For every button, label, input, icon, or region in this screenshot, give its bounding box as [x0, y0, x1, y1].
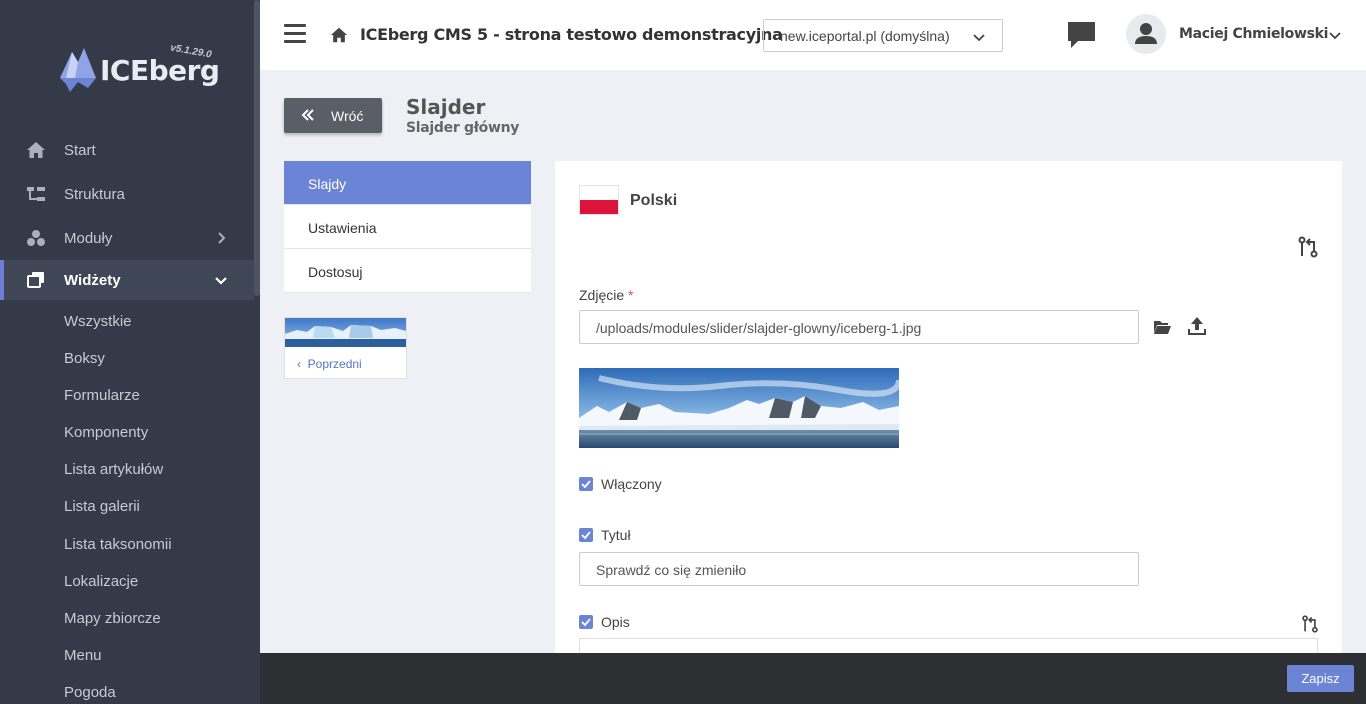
previous-link[interactable]: ‹ Poprzedni: [297, 357, 362, 371]
language-name: Polski: [630, 192, 678, 209]
sidebar-item-label: Widżety: [64, 271, 121, 289]
check-icon: [581, 618, 591, 627]
site-title[interactable]: ICEberg CMS 5 - strona testowo demonstra…: [360, 25, 783, 44]
domain-select[interactable]: new.iceportal.pl (domyślna): [763, 19, 1003, 52]
avatar[interactable]: [1126, 14, 1166, 54]
iceberg-logo-icon: [60, 48, 96, 92]
page-title: Slajder: [406, 95, 486, 119]
git-compare-icon[interactable]: [1298, 236, 1318, 258]
sidebar-subitem-lista-taksonomii[interactable]: Lista taksonomii: [64, 536, 172, 553]
description-checkbox[interactable]: [579, 615, 593, 629]
widgets-icon: [27, 272, 44, 288]
section-tabs: Slajdy Ustawienia Dostosuj: [284, 161, 531, 293]
home-icon: [27, 142, 45, 158]
slide-image-preview: [579, 368, 899, 448]
previous-slide-card[interactable]: ‹ Poprzedni: [284, 317, 407, 379]
folder-open-icon[interactable]: [1153, 319, 1171, 335]
sidebar-subitem-menu[interactable]: Menu: [64, 647, 102, 664]
check-icon: [581, 531, 591, 540]
back-button-label: Wróć: [331, 108, 364, 124]
enabled-checkbox[interactable]: [579, 477, 593, 491]
sidebar-subitem-pogoda[interactable]: Pogoda: [64, 684, 116, 701]
chat-icon[interactable]: [1066, 20, 1097, 50]
git-compare-icon[interactable]: [1301, 615, 1319, 633]
title-label[interactable]: Tytuł: [601, 527, 631, 543]
poland-flag-icon: [579, 185, 619, 215]
domain-select-value: new.iceportal.pl (domyślna): [780, 28, 950, 44]
required-mark: *: [628, 287, 634, 303]
upload-icon[interactable]: [1187, 316, 1207, 336]
sidebar-subitem-komponenty[interactable]: Komponenty: [64, 424, 148, 441]
chevron-right-icon: [218, 232, 226, 244]
sidebar-item-moduly[interactable]: Moduły: [0, 218, 254, 258]
previous-link-label: Poprzedni: [307, 357, 362, 371]
sidebar-subitem-formularze[interactable]: Formularze: [64, 387, 140, 404]
back-button[interactable]: Wróć: [284, 98, 382, 133]
description-label[interactable]: Opis: [601, 614, 630, 630]
hamburger-menu-icon[interactable]: [284, 24, 306, 44]
sidebar: ICEberg v5.1.29.0 Start Struktura Moduły…: [0, 0, 260, 704]
modules-icon: [27, 230, 45, 246]
page-subtitle: Slajder główny: [406, 120, 520, 136]
tab-ustawienia[interactable]: Ustawienia: [284, 205, 531, 249]
home-icon[interactable]: [330, 26, 348, 44]
title-checkbox[interactable]: [579, 528, 593, 542]
double-chevron-left-icon: [301, 109, 314, 121]
logo[interactable]: ICEberg v5.1.29.0: [58, 42, 228, 100]
tab-slajdy[interactable]: Slajdy: [284, 161, 531, 205]
image-field-label: Zdjęcie *: [579, 287, 634, 303]
sidebar-item-label: Struktura: [64, 185, 125, 203]
enabled-label[interactable]: Włączony: [601, 476, 662, 492]
sidebar-subitem-lokalizacje[interactable]: Lokalizacje: [64, 573, 138, 590]
structure-icon: [27, 187, 45, 201]
sidebar-subitem-mapy-zbiorcze[interactable]: Mapy zbiorcze: [64, 610, 161, 627]
sidebar-item-label: Moduły: [64, 229, 113, 247]
title-input[interactable]: Sprawdź co się zmieniło: [579, 552, 1139, 586]
sidebar-item-label: Start: [64, 141, 96, 159]
action-footer: Zapisz: [260, 653, 1366, 704]
sidebar-subitem-lista-galerii[interactable]: Lista galerii: [64, 498, 140, 515]
save-button[interactable]: Zapisz: [1287, 665, 1354, 692]
sidebar-subitem-boksy[interactable]: Boksy: [64, 350, 105, 367]
slide-edit-card: Polski Zdjęcie * /uploads/modules/slider…: [555, 161, 1342, 658]
user-name[interactable]: Maciej Chmielowski: [1179, 26, 1328, 42]
chevron-down-icon: [973, 34, 985, 42]
image-path-input[interactable]: /uploads/modules/slider/slajder-glowny/i…: [579, 310, 1139, 344]
sidebar-subitem-wszystkie[interactable]: Wszystkie: [64, 313, 132, 330]
user-icon: [1135, 23, 1157, 44]
sidebar-subitem-lista-artykulow[interactable]: Lista artykułów: [64, 461, 163, 478]
chevron-down-icon[interactable]: [1328, 28, 1342, 42]
top-header: ICEberg CMS 5 - strona testowo demonstra…: [260, 0, 1366, 70]
sidebar-item-struktura[interactable]: Struktura: [0, 174, 254, 214]
chevron-down-icon: [215, 277, 227, 285]
check-icon: [581, 480, 591, 489]
tab-dostosuj[interactable]: Dostosuj: [284, 249, 531, 293]
previous-slide-thumbnail: [285, 318, 406, 347]
sidebar-item-widzety[interactable]: Widżety: [0, 260, 254, 300]
sidebar-item-start[interactable]: Start: [0, 130, 254, 170]
